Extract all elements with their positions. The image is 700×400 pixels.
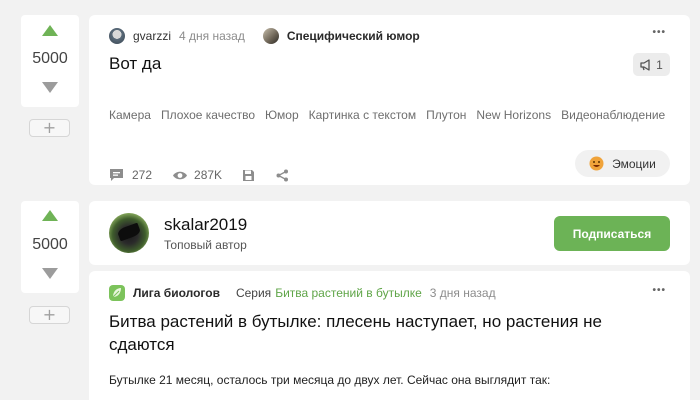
post-meta: gvarzzi 4 дня назад Специфический юмор — [109, 28, 420, 44]
author-avatar[interactable] — [109, 213, 149, 253]
series-name[interactable]: Битва растений в бутылке — [275, 286, 422, 300]
emotions-button[interactable]: Эмоции — [575, 150, 670, 177]
add-button[interactable]: + — [29, 306, 70, 324]
post-time: 3 дня назад — [429, 286, 496, 300]
post-actions: 272 287K — [109, 168, 289, 182]
add-button[interactable]: + — [29, 119, 70, 137]
author-card: skalar2019 Топовый автор Подписаться — [89, 201, 690, 265]
tag[interactable]: Видеонаблюдение — [561, 108, 665, 122]
share-icon[interactable] — [276, 169, 289, 182]
save-icon[interactable] — [242, 169, 255, 182]
author-name[interactable]: gvarzzi — [133, 29, 171, 43]
more-icon[interactable]: ••• — [652, 27, 666, 38]
emoji-icon — [589, 156, 604, 171]
post-card: Лига биологов Серия Битва растений в бут… — [89, 271, 690, 400]
pin-count: 1 — [656, 57, 663, 72]
tag[interactable]: New Horizons — [476, 108, 551, 122]
community-name[interactable]: Лига биологов — [133, 286, 220, 300]
downvote-icon[interactable] — [42, 82, 58, 93]
author-name[interactable]: skalar2019 — [164, 215, 247, 235]
community-avatar[interactable] — [109, 285, 125, 301]
tag[interactable]: Картинка с текстом — [309, 108, 416, 122]
vote-widget: 5000 — [21, 201, 79, 293]
tag[interactable]: Плохое качество — [161, 108, 255, 122]
downvote-icon[interactable] — [42, 268, 58, 279]
tag-list: Камера Плохое качество Юмор Картинка с т… — [109, 108, 675, 122]
post-title[interactable]: Вот да — [109, 54, 161, 74]
post-card: gvarzzi 4 дня назад Специфический юмор •… — [89, 15, 690, 185]
eye-icon — [173, 171, 188, 179]
comment-icon — [110, 169, 123, 181]
tag[interactable]: Камера — [109, 108, 151, 122]
more-icon[interactable]: ••• — [652, 285, 666, 296]
tag[interactable]: Юмор — [265, 108, 299, 122]
series-label: Серия — [235, 286, 272, 300]
post-meta: Лига биологов Серия Битва растений в бут… — [109, 285, 496, 301]
comments-count: 272 — [132, 168, 153, 182]
tag[interactable]: Плутон — [426, 108, 466, 122]
community-name[interactable]: Специфический юмор — [287, 29, 420, 43]
post-title[interactable]: Битва растений в бутылке: плесень наступ… — [109, 310, 639, 356]
megaphone-icon — [640, 58, 650, 71]
upvote-icon[interactable] — [42, 25, 58, 36]
post-time: 4 дня назад — [179, 29, 245, 43]
avatar[interactable] — [109, 28, 125, 44]
emotions-label: Эмоции — [612, 156, 656, 171]
comments-button[interactable]: 272 — [109, 168, 152, 182]
views-count: 287K — [194, 168, 223, 182]
vote-widget: 5000 — [21, 15, 79, 107]
author-role: Топовый автор — [164, 238, 247, 252]
rating-count: 5000 — [32, 236, 68, 253]
follow-button[interactable]: Подписаться — [554, 216, 670, 251]
community-avatar[interactable] — [262, 28, 279, 44]
upvote-icon[interactable] — [42, 210, 58, 221]
post-body: Бутылке 21 месяц, осталось три месяца до… — [109, 373, 551, 387]
rating-count: 5000 — [32, 50, 68, 67]
views: 287K — [172, 168, 222, 182]
pin-badge[interactable]: 1 — [633, 53, 670, 76]
leaf-icon — [112, 288, 121, 298]
